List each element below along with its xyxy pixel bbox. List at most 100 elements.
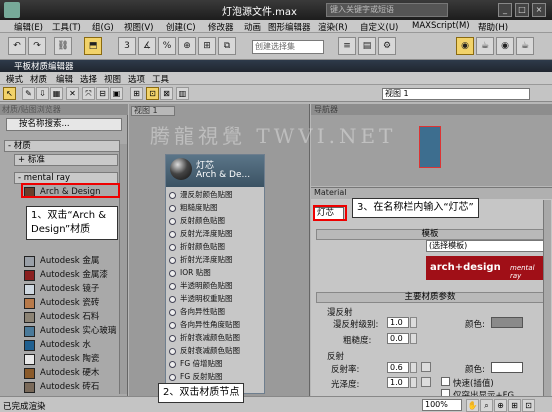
input-pin-icon[interactable] <box>169 244 176 251</box>
slate-menu-modes[interactable]: 模式 <box>6 73 23 85</box>
undo-button[interactable]: ↶ <box>8 37 26 55</box>
snap-3d-button[interactable]: 3 <box>118 37 136 55</box>
zoom-icon[interactable]: ⌕ <box>480 399 493 412</box>
menu-tools[interactable]: 工具(T) <box>52 21 81 33</box>
menu-help[interactable]: 帮助(H) <box>478 21 508 33</box>
show-background-icon[interactable]: ⊡ <box>146 87 159 100</box>
hide-unused-icon[interactable]: ⊟ <box>96 87 109 100</box>
percent-snap-button[interactable]: % <box>158 37 176 55</box>
node-header[interactable]: 灯芯 Arch & De... <box>166 155 264 187</box>
node-slot[interactable]: 半透明颜色贴图 <box>168 280 262 292</box>
delete-icon[interactable]: ✕ <box>66 87 79 100</box>
slate-menu-edit[interactable]: 编辑 <box>56 73 73 85</box>
glossiness-map-button[interactable] <box>421 377 431 387</box>
select-tool-icon[interactable]: ↖ <box>3 87 16 100</box>
zoom-region-icon[interactable]: ⊕ <box>494 399 507 412</box>
input-pin-icon[interactable] <box>169 335 176 342</box>
pick-material-icon[interactable]: ✎ <box>22 87 35 100</box>
reflectivity-field[interactable]: 0.6 <box>387 362 409 373</box>
input-pin-icon[interactable] <box>169 257 176 264</box>
reflect-color-swatch[interactable] <box>491 362 523 373</box>
node-slot[interactable]: 折射颜色贴图 <box>168 241 262 253</box>
material-editor-button[interactable]: ◉ <box>456 37 474 55</box>
curve-editor-button[interactable]: ⚙ <box>378 37 396 55</box>
node-slot[interactable]: 反射颜色贴图 <box>168 215 262 227</box>
spinner-snap-button[interactable]: ⊕ <box>178 37 196 55</box>
layout-children-icon[interactable]: ⊠ <box>160 87 173 100</box>
input-pin-icon[interactable] <box>169 296 176 303</box>
fast-interpolate-checkbox[interactable] <box>441 377 450 386</box>
diffuse-level-field[interactable]: 1.0 <box>387 317 409 328</box>
input-pin-icon[interactable] <box>169 374 176 381</box>
close-button[interactable]: × <box>532 3 546 17</box>
material-item[interactable]: Autodesk 金属漆 <box>22 268 118 282</box>
menu-graph-editors[interactable]: 图形编辑器 <box>268 21 311 33</box>
node-slot[interactable]: 半透明权重贴图 <box>168 293 262 305</box>
input-pin-icon[interactable] <box>169 309 176 316</box>
selection-set-dropdown[interactable]: 创建选择集 <box>252 40 324 54</box>
menu-customize[interactable]: 自定义(U) <box>360 21 398 33</box>
zoom-dropdown[interactable]: 100% <box>422 399 462 411</box>
app-logo-icon[interactable] <box>4 2 20 18</box>
layer-manager-button[interactable]: ▤ <box>358 37 376 55</box>
diffuse-color-swatch[interactable] <box>491 317 523 328</box>
menu-edit[interactable]: 编辑(E) <box>14 21 43 33</box>
mirror-button[interactable]: ⧉ <box>218 37 236 55</box>
main-params-rollout[interactable]: 主要材质参数 <box>316 292 544 303</box>
material-item[interactable]: Autodesk 实心玻璃 <box>22 324 118 338</box>
move-children-icon[interactable]: ⤧ <box>82 87 95 100</box>
template-dropdown[interactable]: (选择模板) <box>426 240 546 252</box>
node-slot[interactable]: 漫反射颜色贴图 <box>168 189 262 201</box>
rollout-standard[interactable]: + 标准 <box>14 154 118 166</box>
node-slot[interactable]: 各向异性贴图 <box>168 306 262 318</box>
search-input[interactable]: 键入关键字或短语 <box>326 3 448 17</box>
node-slot[interactable]: FG 反射贴图 <box>168 371 262 383</box>
zoom-extents-icon[interactable]: ⊞ <box>508 399 521 412</box>
input-pin-icon[interactable] <box>169 205 176 212</box>
material-item[interactable]: Autodesk 石料 <box>22 310 118 324</box>
navigator-viewport[interactable] <box>419 126 441 168</box>
template-rollout[interactable]: 模板 <box>316 229 544 240</box>
reflectivity-map-button[interactable] <box>421 362 431 372</box>
glossiness-field[interactable]: 1.0 <box>387 377 409 388</box>
input-pin-icon[interactable] <box>169 231 176 238</box>
node-slot[interactable]: 各向异性角度贴图 <box>168 319 262 331</box>
select-object-button[interactable]: ⬒ <box>84 37 102 55</box>
put-to-scene-icon[interactable]: ⇩ <box>36 87 49 100</box>
rollout-materials[interactable]: - 材质 <box>4 140 120 152</box>
node-slot[interactable]: 反射衰减颜色贴图 <box>168 345 262 357</box>
input-pin-icon[interactable] <box>169 348 176 355</box>
minimize-button[interactable]: _ <box>498 3 512 17</box>
parameter-scrollbar[interactable] <box>543 200 551 396</box>
input-pin-icon[interactable] <box>169 283 176 290</box>
slate-menu-select[interactable]: 选择 <box>80 73 97 85</box>
edit-named-sets-button[interactable]: ⊞ <box>198 37 216 55</box>
diffuse-level-spinner[interactable] <box>410 317 417 328</box>
menu-animation[interactable]: 动画 <box>244 21 261 33</box>
maximize-button[interactable]: □ <box>515 3 529 17</box>
menu-modifiers[interactable]: 修改器 <box>208 21 234 33</box>
slate-menu-options[interactable]: 选项 <box>128 73 145 85</box>
menu-create[interactable]: 创建(C) <box>166 21 196 33</box>
search-by-name-input[interactable]: 按名称搜索... <box>6 118 122 131</box>
material-item[interactable]: Autodesk 金属 <box>22 254 118 268</box>
zoom-selected-icon[interactable]: ⊡ <box>522 399 535 412</box>
menu-maxscript[interactable]: MAXScript(M) <box>412 21 470 31</box>
material-item[interactable]: Autodesk 硬木 <box>22 366 118 380</box>
assign-material-icon[interactable]: ▦ <box>50 87 63 100</box>
input-pin-icon[interactable] <box>169 218 176 225</box>
render-setup-button[interactable]: ☕ <box>476 37 494 55</box>
slate-menu-material[interactable]: 材质 <box>30 73 47 85</box>
view-dropdown[interactable]: 视图 1 <box>382 88 530 100</box>
link-button[interactable]: ⛓ <box>54 37 72 55</box>
slate-menu-utilities[interactable]: 工具 <box>152 73 169 85</box>
material-item[interactable]: Autodesk 水 <box>22 338 118 352</box>
input-pin-icon[interactable] <box>169 361 176 368</box>
reflectivity-spinner[interactable] <box>410 362 417 373</box>
menu-rendering[interactable]: 渲染(R) <box>318 21 348 33</box>
node-slot[interactable]: 折射衰减颜色贴图 <box>168 332 262 344</box>
render-button[interactable]: ☕ <box>516 37 534 55</box>
material-node[interactable]: 灯芯 Arch & De... 漫反射颜色贴图 粗糙度贴图 反射颜色贴图 反射光… <box>165 154 265 394</box>
pan-icon[interactable]: ✋ <box>466 399 479 412</box>
show-map-icon[interactable]: ▣ <box>110 87 123 100</box>
